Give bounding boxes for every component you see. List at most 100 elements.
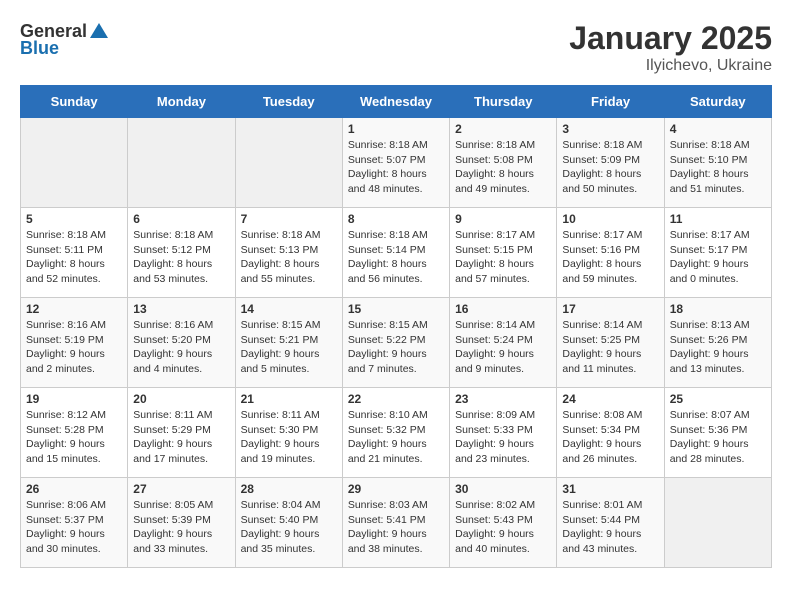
cell-details: Sunrise: 8:09 AMSunset: 5:33 PMDaylight:… [455,408,551,467]
calendar-cell: 23Sunrise: 8:09 AMSunset: 5:33 PMDayligh… [450,388,557,478]
cell-details: Sunrise: 8:18 AMSunset: 5:11 PMDaylight:… [26,228,122,287]
cell-details: Sunrise: 8:18 AMSunset: 5:12 PMDaylight:… [133,228,229,287]
day-number: 16 [455,302,551,316]
day-number: 4 [670,122,766,136]
week-row-1: 1 Sunrise: 8:18 AMSunset: 5:07 PMDaylight… [21,118,772,208]
calendar-cell [235,118,342,208]
calendar-title: January 2025 [569,20,772,57]
day-number: 21 [241,392,337,406]
day-header-sunday: Sunday [21,86,128,118]
cell-details: Sunrise: 8:10 AMSunset: 5:32 PMDaylight:… [348,408,444,467]
day-number: 20 [133,392,229,406]
day-number: 10 [562,212,658,226]
calendar-cell: 25Sunrise: 8:07 AMSunset: 5:36 PMDayligh… [664,388,771,478]
calendar-cell: 8Sunrise: 8:18 AMSunset: 5:14 PMDaylight… [342,208,449,298]
cell-details: Sunrise: 8:18 AMSunset: 5:09 PMDaylight:… [562,138,658,197]
calendar-cell: 12 Sunrise: 8:16 AMSunset: 5:19 PMDayligh… [21,298,128,388]
day-number: 29 [348,482,444,496]
cell-details: Sunrise: 8:01 AMSunset: 5:44 PMDaylight:… [562,498,658,557]
cell-details: Sunrise: 8:16 AMSunset: 5:19 PMDaylight:… [26,318,122,377]
day-header-friday: Friday [557,86,664,118]
day-number: 12 [26,302,122,316]
day-number: 27 [133,482,229,496]
calendar-cell: 15 Sunrise: 8:15 AMSunset: 5:22 PMDayligh… [342,298,449,388]
day-number: 8 [348,212,444,226]
cell-details: Sunrise: 8:18 AMSunset: 5:07 PMDaylight:… [348,138,444,197]
week-row-5: 26 Sunrise: 8:06 AMSunset: 5:37 PMDayligh… [21,478,772,568]
cell-details: Sunrise: 8:15 AMSunset: 5:22 PMDaylight:… [348,318,444,377]
week-row-4: 19 Sunrise: 8:12 AMSunset: 5:28 PMDayligh… [21,388,772,478]
calendar-cell: 19 Sunrise: 8:12 AMSunset: 5:28 PMDayligh… [21,388,128,478]
day-number: 6 [133,212,229,226]
header-row: SundayMondayTuesdayWednesdayThursdayFrid… [21,86,772,118]
calendar-cell: 16 Sunrise: 8:14 AMSunset: 5:24 PMDayligh… [450,298,557,388]
cell-details: Sunrise: 8:02 AMSunset: 5:43 PMDaylight:… [455,498,551,557]
calendar-cell: 22 Sunrise: 8:10 AMSunset: 5:32 PMDayligh… [342,388,449,478]
calendar-cell: 20 Sunrise: 8:11 AMSunset: 5:29 PMDayligh… [128,388,235,478]
day-number: 24 [562,392,658,406]
day-number: 2 [455,122,551,136]
cell-details: Sunrise: 8:16 AMSunset: 5:20 PMDaylight:… [133,318,229,377]
day-number: 19 [26,392,122,406]
calendar-subtitle: Ilyichevo, Ukraine [569,57,772,75]
day-number: 25 [670,392,766,406]
cell-details: Sunrise: 8:04 AMSunset: 5:40 PMDaylight:… [241,498,337,557]
day-number: 14 [241,302,337,316]
calendar-cell: 26 Sunrise: 8:06 AMSunset: 5:37 PMDayligh… [21,478,128,568]
week-row-2: 5 Sunrise: 8:18 AMSunset: 5:11 PMDaylight… [21,208,772,298]
day-header-tuesday: Tuesday [235,86,342,118]
cell-details: Sunrise: 8:18 AMSunset: 5:10 PMDaylight:… [670,138,766,197]
calendar-cell: 6 Sunrise: 8:18 AMSunset: 5:12 PMDaylight… [128,208,235,298]
cell-details: Sunrise: 8:11 AMSunset: 5:29 PMDaylight:… [133,408,229,467]
day-number: 26 [26,482,122,496]
calendar-cell: 21Sunrise: 8:11 AMSunset: 5:30 PMDayligh… [235,388,342,478]
cell-details: Sunrise: 8:14 AMSunset: 5:25 PMDaylight:… [562,318,658,377]
calendar-cell: 17 Sunrise: 8:14 AMSunset: 5:25 PMDayligh… [557,298,664,388]
logo: General Blue [20,20,111,59]
day-number: 17 [562,302,658,316]
calendar-cell [128,118,235,208]
calendar-cell: 24 Sunrise: 8:08 AMSunset: 5:34 PMDayligh… [557,388,664,478]
day-number: 18 [670,302,766,316]
day-header-monday: Monday [128,86,235,118]
page-header: General Blue January 2025 Ilyichevo, Ukr… [20,20,772,75]
cell-details: Sunrise: 8:12 AMSunset: 5:28 PMDaylight:… [26,408,122,467]
logo-blue-text: Blue [20,38,59,59]
calendar-cell: 7 Sunrise: 8:18 AMSunset: 5:13 PMDaylight… [235,208,342,298]
day-number: 13 [133,302,229,316]
day-header-thursday: Thursday [450,86,557,118]
calendar-cell: 13 Sunrise: 8:16 AMSunset: 5:20 PMDayligh… [128,298,235,388]
day-number: 31 [562,482,658,496]
calendar-cell: 18 Sunrise: 8:13 AMSunset: 5:26 PMDayligh… [664,298,771,388]
calendar-cell: 5 Sunrise: 8:18 AMSunset: 5:11 PMDaylight… [21,208,128,298]
calendar-cell: 3Sunrise: 8:18 AMSunset: 5:09 PMDaylight… [557,118,664,208]
cell-details: Sunrise: 8:18 AMSunset: 5:13 PMDaylight:… [241,228,337,287]
cell-details: Sunrise: 8:18 AMSunset: 5:08 PMDaylight:… [455,138,551,197]
day-number: 30 [455,482,551,496]
cell-details: Sunrise: 8:06 AMSunset: 5:37 PMDaylight:… [26,498,122,557]
calendar-cell: 1 Sunrise: 8:18 AMSunset: 5:07 PMDaylight… [342,118,449,208]
cell-details: Sunrise: 8:14 AMSunset: 5:24 PMDaylight:… [455,318,551,377]
calendar-cell: 29 Sunrise: 8:03 AMSunset: 5:41 PMDayligh… [342,478,449,568]
calendar-cell: 30 Sunrise: 8:02 AMSunset: 5:43 PMDayligh… [450,478,557,568]
calendar-cell: 14Sunrise: 8:15 AMSunset: 5:21 PMDayligh… [235,298,342,388]
day-number: 15 [348,302,444,316]
cell-details: Sunrise: 8:03 AMSunset: 5:41 PMDaylight:… [348,498,444,557]
calendar-cell: 9Sunrise: 8:17 AMSunset: 5:15 PMDaylight… [450,208,557,298]
calendar-cell: 4 Sunrise: 8:18 AMSunset: 5:10 PMDaylight… [664,118,771,208]
day-number: 28 [241,482,337,496]
cell-details: Sunrise: 8:08 AMSunset: 5:34 PMDaylight:… [562,408,658,467]
week-row-3: 12 Sunrise: 8:16 AMSunset: 5:19 PMDayligh… [21,298,772,388]
calendar-cell [21,118,128,208]
day-number: 22 [348,392,444,406]
day-header-wednesday: Wednesday [342,86,449,118]
calendar-table: SundayMondayTuesdayWednesdayThursdayFrid… [20,85,772,568]
day-number: 1 [348,122,444,136]
cell-details: Sunrise: 8:13 AMSunset: 5:26 PMDaylight:… [670,318,766,377]
day-number: 5 [26,212,122,226]
calendar-cell [664,478,771,568]
calendar-cell: 11Sunrise: 8:17 AMSunset: 5:17 PMDayligh… [664,208,771,298]
title-section: January 2025 Ilyichevo, Ukraine [569,20,772,75]
day-number: 7 [241,212,337,226]
calendar-cell: 28 Sunrise: 8:04 AMSunset: 5:40 PMDayligh… [235,478,342,568]
